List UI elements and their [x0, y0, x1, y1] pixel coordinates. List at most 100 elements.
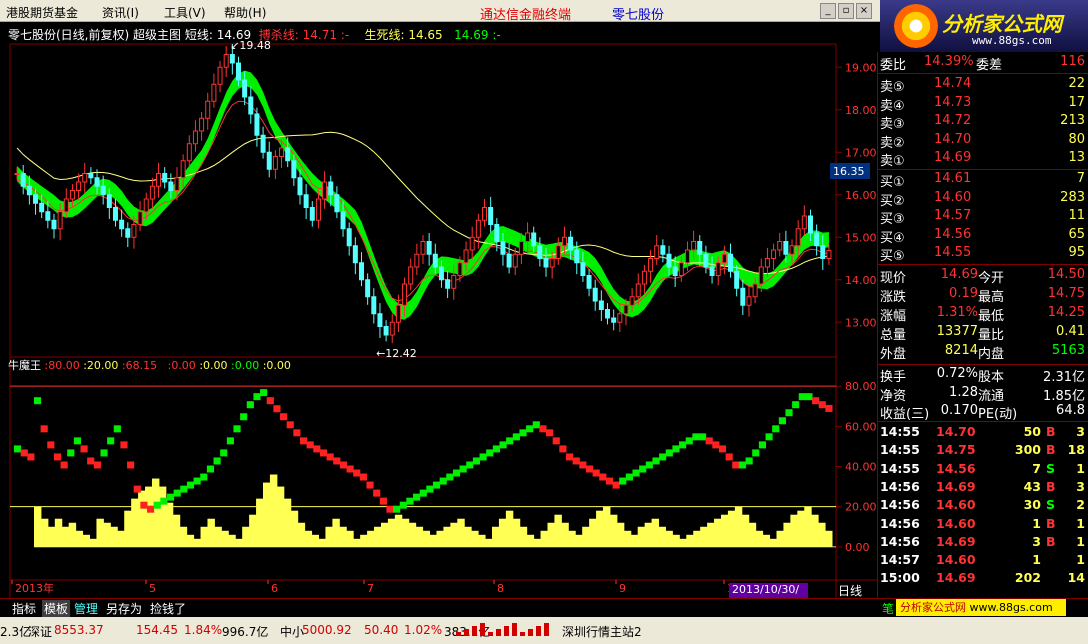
volume-bar	[214, 526, 222, 547]
indicator-step	[260, 389, 268, 397]
candle-body	[445, 279, 451, 289]
stat-row: 现价 14.69 今开 14.50	[880, 267, 1085, 286]
volume-bar	[193, 538, 202, 547]
volume-bar	[207, 518, 215, 547]
tab-save-as[interactable]: 另存为	[106, 600, 142, 617]
candle-body	[537, 245, 543, 259]
indicator-name[interactable]: 超级主图	[133, 28, 181, 42]
volume-bar	[436, 530, 444, 547]
indicator-step	[393, 505, 401, 513]
indicator-step	[100, 449, 108, 457]
status-station[interactable]: 深圳行情主站2	[562, 623, 642, 640]
candle-body	[217, 66, 223, 85]
candle-body	[568, 236, 574, 251]
indicator-step	[725, 453, 733, 461]
indicator-step	[419, 489, 427, 497]
menu-item-hk-futures[interactable]: 港股期货基金	[6, 4, 78, 21]
volume-bar	[603, 506, 611, 547]
indicator-step	[625, 473, 633, 481]
volume-bar	[34, 506, 42, 547]
indicator-step	[140, 501, 148, 509]
candle-body	[186, 143, 192, 162]
indicator-step	[785, 409, 793, 417]
volume-bar	[776, 530, 784, 547]
close-icon[interactable]: ×	[856, 3, 872, 19]
status-sz-change: 154.45	[136, 623, 178, 637]
volume-bar	[575, 534, 583, 547]
volume-bar	[804, 506, 812, 547]
indicator-step	[373, 489, 381, 497]
candle-body	[254, 113, 260, 136]
indicator-step	[200, 473, 208, 481]
indicator-step	[532, 421, 540, 429]
indicator-step	[386, 505, 394, 513]
volume-bar	[686, 534, 694, 547]
candle-body	[131, 224, 137, 238]
volume-bar	[68, 522, 77, 547]
indicator-step	[565, 453, 574, 461]
tab-trade[interactable]: 笔	[882, 600, 894, 617]
candle-body	[629, 296, 635, 306]
candle-body	[807, 215, 813, 234]
volume-bar	[283, 498, 292, 547]
volume-bar	[179, 526, 188, 547]
volume-bar	[554, 514, 562, 547]
volume-bar	[714, 518, 722, 547]
indicator-step	[399, 501, 407, 509]
period-label[interactable]: 日线	[838, 582, 862, 599]
candle-body	[315, 198, 321, 221]
volume-bar	[269, 474, 278, 547]
tab-pick-money[interactable]: 捡钱了	[150, 600, 186, 617]
volume-bar	[505, 510, 514, 547]
status-sz-amount: 996.7亿	[222, 625, 269, 639]
indicator-step	[778, 417, 786, 425]
indicator-step	[240, 413, 248, 421]
indicator-step	[798, 393, 806, 401]
indicator-title[interactable]: 牛魔王	[8, 359, 41, 372]
volume-bar	[380, 522, 389, 547]
indicator-value-1: :80.00	[44, 359, 80, 372]
volume-bar	[741, 514, 750, 547]
volume-bar	[117, 530, 125, 547]
minimize-icon[interactable]: _	[820, 3, 836, 19]
candle-body	[512, 253, 518, 268]
indicator-step	[173, 489, 181, 497]
indicator-step	[233, 425, 241, 433]
ind-tick-label: 80.00	[845, 380, 877, 393]
indicator-step	[133, 485, 141, 493]
candle-body	[26, 185, 32, 196]
candle-body	[14, 173, 20, 175]
candle-body	[605, 309, 611, 319]
tab-manage[interactable]: 管理	[74, 600, 98, 617]
volume-bar	[748, 522, 757, 547]
volume-bar	[131, 498, 139, 547]
tab-template[interactable]: 模板	[42, 600, 71, 617]
stock-name-label: 零七股份(日线,前复权)	[8, 28, 130, 42]
candle-body	[660, 245, 666, 255]
volume-bar	[769, 538, 777, 547]
volume-bar	[762, 534, 771, 547]
short-line-label: 短线:	[184, 28, 213, 42]
logo-text: 分析家公式网	[942, 12, 1062, 36]
menu-item-info[interactable]: 资讯(I)	[102, 4, 139, 21]
tick-row: 14:56 14.60 1 B 1	[880, 515, 1085, 531]
restore-icon[interactable]: ▫	[838, 3, 854, 19]
menu-item-help[interactable]: 帮助(H)	[224, 4, 266, 21]
indicator-value-3: :68.15	[121, 359, 158, 372]
signal-bar	[496, 629, 501, 636]
main-chart-area[interactable]: 19.0018.0017.0016.0015.0014.0013.00 ↙19.…	[0, 22, 877, 620]
indicator-step	[60, 461, 68, 469]
tick-row: 14:55 14.75 300 B 18	[880, 442, 1085, 458]
volume-bar	[367, 530, 375, 547]
menu-item-tools[interactable]: 工具(V)	[164, 4, 206, 21]
tick-row: 14:56 14.69 3 B 1	[880, 533, 1085, 549]
volume-bar	[61, 526, 70, 547]
tab-indicator[interactable]: 指标	[12, 600, 36, 617]
indicator-step	[605, 477, 614, 485]
bottom-logo: 分析家公式网 www.88gs.com	[896, 599, 1066, 616]
bid-row: 买③ 14.57 11	[880, 208, 1085, 228]
indicator-step	[705, 437, 713, 445]
indicator-step	[812, 397, 820, 405]
indicator-step	[672, 445, 680, 453]
kill-line-label: 搏杀线:	[258, 28, 299, 42]
